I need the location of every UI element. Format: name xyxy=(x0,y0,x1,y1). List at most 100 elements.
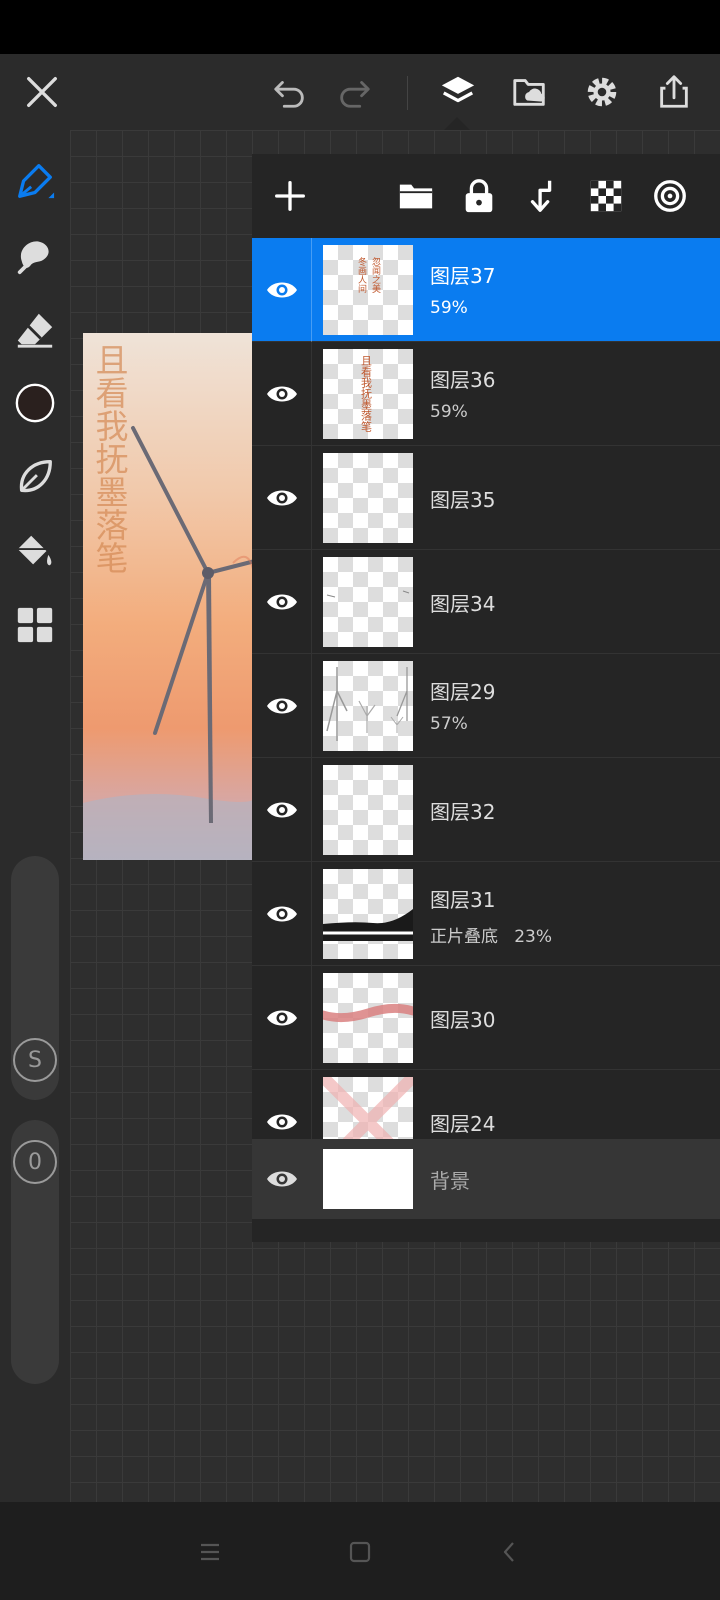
layer-row[interactable]: 图层34 xyxy=(252,550,720,654)
layer-name: 图层37 xyxy=(430,264,496,288)
artwork[interactable]: 且看我抚墨落笔 xyxy=(83,333,255,860)
top-toolbar xyxy=(0,54,720,130)
layer-name: 图层32 xyxy=(430,800,496,824)
back-chevron-icon xyxy=(503,1542,514,1562)
add-layer-button[interactable] xyxy=(266,172,314,220)
redo-icon xyxy=(340,81,370,108)
grid-icon xyxy=(17,607,53,643)
visibility-toggle[interactable] xyxy=(252,446,312,550)
artwork-calligraphy: 且看我抚墨落笔 xyxy=(90,343,129,574)
layers-panel: 冬画人间 忽闻之美 图层37 59% 且看我抚墨落笔 图层36 59% 图层35 图层34 图层2… xyxy=(252,154,720,1242)
layer-name: 图层34 xyxy=(430,592,496,616)
brush-size-knob[interactable]: S xyxy=(13,1038,57,1082)
visibility-toggle[interactable] xyxy=(252,966,312,1070)
current-color-swatch xyxy=(15,383,55,423)
eraser-tool-button[interactable] xyxy=(10,304,60,354)
cloud-folder-button[interactable] xyxy=(506,68,554,116)
status-bar xyxy=(0,0,720,54)
folder-icon xyxy=(399,184,433,209)
alpha-lock-button[interactable] xyxy=(582,172,630,220)
visibility-toggle[interactable] xyxy=(252,238,312,342)
merge-down-icon xyxy=(530,180,552,212)
visibility-toggle[interactable] xyxy=(252,654,312,758)
layer-blend-opacity: 正片叠底 23% xyxy=(430,927,552,947)
layer-row[interactable]: 且看我抚墨落笔 图层36 59% xyxy=(252,342,720,446)
visibility-toggle[interactable] xyxy=(252,1139,312,1219)
visibility-toggle[interactable] xyxy=(252,862,312,966)
eye-icon xyxy=(266,906,297,922)
layer-row[interactable]: 图层32 xyxy=(252,758,720,862)
layer-name: 图层35 xyxy=(430,488,496,512)
layer-name: 图层31 xyxy=(430,888,496,912)
eye-icon xyxy=(266,594,297,610)
layers-toolbar xyxy=(252,154,720,238)
smudge-icon xyxy=(17,241,49,275)
cloud-folder-icon xyxy=(513,79,545,106)
layers-icon xyxy=(441,76,475,103)
visibility-toggle[interactable] xyxy=(252,342,312,446)
home-nav-button[interactable] xyxy=(340,1532,380,1572)
layer-group-button[interactable] xyxy=(392,172,440,220)
plus-icon xyxy=(275,181,305,211)
back-nav-button[interactable] xyxy=(490,1532,530,1572)
brush-opacity-knob[interactable]: 0 xyxy=(13,1140,57,1184)
leaf-icon xyxy=(19,460,52,493)
checkerboard-icon xyxy=(590,180,622,212)
eye-icon xyxy=(266,1114,297,1130)
redo-button[interactable] xyxy=(330,68,378,116)
close-icon xyxy=(27,77,57,107)
background-layer-row[interactable]: 背景 xyxy=(252,1139,720,1219)
menu-icon xyxy=(201,1543,219,1561)
share-icon xyxy=(660,75,688,108)
layer-row[interactable]: 图层29 57% xyxy=(252,654,720,758)
lock-icon xyxy=(465,179,493,213)
layers-popover-arrow xyxy=(443,117,471,131)
export-button[interactable] xyxy=(650,68,698,116)
eye-icon xyxy=(267,1171,297,1187)
layer-row[interactable]: 图层30 xyxy=(252,966,720,1070)
paint-bucket-icon xyxy=(17,535,52,566)
undo-icon xyxy=(274,81,304,108)
liquify-tool-button[interactable] xyxy=(10,452,60,502)
fill-tool-button[interactable] xyxy=(10,526,60,576)
pen-icon xyxy=(18,164,55,199)
layer-name: 背景 xyxy=(430,1169,470,1193)
layer-name: 图层30 xyxy=(430,1008,496,1032)
eye-icon xyxy=(266,282,297,298)
layer-thumbnail xyxy=(323,765,413,855)
layer-row[interactable]: 冬画人间 忽闻之美 图层37 59% xyxy=(252,238,720,342)
layer-name: 图层29 xyxy=(430,680,496,704)
layers-button[interactable] xyxy=(434,68,482,116)
menu-nav-button[interactable] xyxy=(190,1532,230,1572)
home-square-icon xyxy=(349,1541,371,1563)
layer-thumbnail xyxy=(323,869,413,959)
layer-thumbnail: 且看我抚墨落笔 xyxy=(323,349,413,439)
layer-thumbnail xyxy=(323,1149,413,1209)
reference-layer-button[interactable] xyxy=(646,172,694,220)
layer-thumbnail xyxy=(323,973,413,1063)
lock-layer-button[interactable] xyxy=(455,172,503,220)
layer-row[interactable]: 图层31 正片叠底 23% xyxy=(252,862,720,966)
smudge-tool-button[interactable] xyxy=(10,230,60,280)
layer-row[interactable]: 图层35 xyxy=(252,446,720,550)
eye-icon xyxy=(266,802,297,818)
gear-icon xyxy=(587,77,617,107)
layer-blend-opacity: 59% xyxy=(430,298,468,318)
layer-blend-opacity: 57% xyxy=(430,714,468,734)
layer-thumbnail xyxy=(323,661,413,751)
brush-tool-button[interactable] xyxy=(10,156,60,206)
merge-down-button[interactable] xyxy=(518,172,566,220)
close-button[interactable] xyxy=(18,68,66,116)
visibility-toggle[interactable] xyxy=(252,550,312,654)
layer-thumbnail: 冬画人间 忽闻之美 xyxy=(323,245,413,335)
visibility-toggle[interactable] xyxy=(252,758,312,862)
color-picker-button[interactable] xyxy=(10,378,60,428)
gallery-tool-button[interactable] xyxy=(10,600,60,650)
layer-blend-opacity: 59% xyxy=(430,402,468,422)
eraser-icon xyxy=(17,313,53,348)
left-toolbar: S 0 xyxy=(0,130,70,1502)
settings-button[interactable] xyxy=(578,68,626,116)
layer-thumbnail xyxy=(323,453,413,543)
undo-button[interactable] xyxy=(266,68,314,116)
svg-text:且看我抚墨落笔: 且看我抚墨落笔 xyxy=(360,355,373,432)
